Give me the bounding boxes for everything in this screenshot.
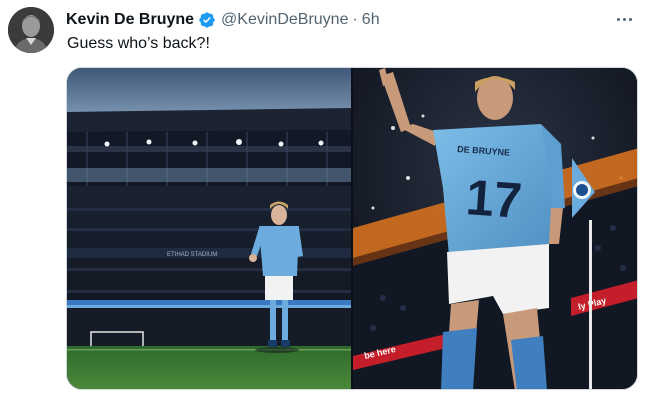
- timestamp[interactable]: 6h: [362, 11, 380, 29]
- media-grid: ETIHAD STADIUM be here ly Play DE BRUYNE…: [66, 67, 638, 390]
- stadium-signage: ETIHAD STADIUM: [167, 252, 217, 258]
- more-options-icon[interactable]: [612, 9, 636, 29]
- display-name[interactable]: Kevin De Bruyne: [66, 11, 194, 29]
- verified-badge-icon: [199, 12, 215, 28]
- shirt-number: 17: [464, 169, 523, 229]
- tweet[interactable]: Kevin De Bruyne @KevinDeBruyne · 6h Gues…: [0, 0, 650, 401]
- celebration-photo[interactable]: be here ly Play DE BRUYNE 17: [353, 68, 637, 389]
- separator-dot: ·: [352, 11, 358, 28]
- avatar[interactable]: [8, 7, 54, 53]
- avatar-portrait-icon: [8, 7, 54, 53]
- tweet-header: Kevin De Bruyne @KevinDeBruyne · 6h: [66, 9, 380, 31]
- tweet-text: Guess who’s back?!: [67, 35, 210, 52]
- user-handle[interactable]: @KevinDeBruyne: [221, 11, 348, 29]
- stadium-photo[interactable]: ETIHAD STADIUM: [67, 68, 351, 389]
